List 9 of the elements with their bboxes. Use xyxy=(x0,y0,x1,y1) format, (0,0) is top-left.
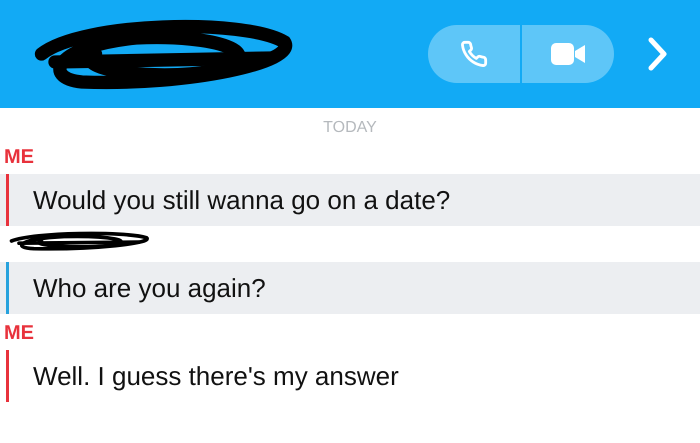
date-label: TODAY xyxy=(322,118,378,138)
video-camera-icon xyxy=(551,43,585,65)
message-text: Would you still wanna go on a date? xyxy=(33,184,450,216)
message-text: Who are you again? xyxy=(33,272,266,304)
message-text: Well. I guess there's my answer xyxy=(33,360,399,392)
chevron-right-icon xyxy=(648,37,668,71)
sender-name: ME xyxy=(3,321,35,344)
sender-name: ME xyxy=(3,145,35,168)
phone-icon xyxy=(460,40,488,68)
